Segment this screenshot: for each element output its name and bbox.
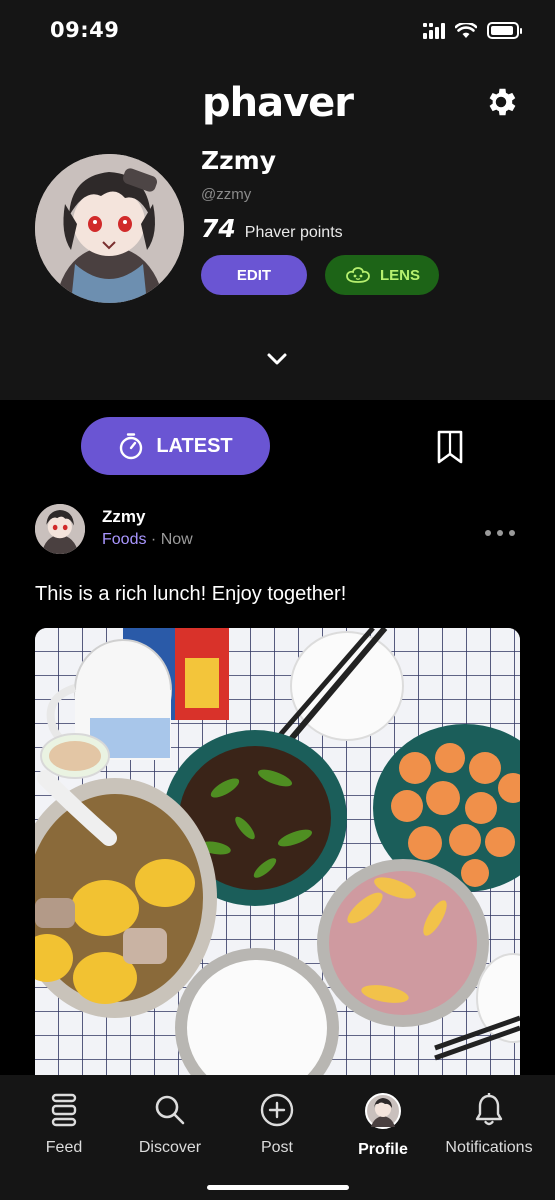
tab-latest[interactable]: LATEST bbox=[81, 417, 270, 475]
nav-notifications[interactable]: Notifications bbox=[434, 1093, 544, 1157]
edit-profile-button[interactable]: EDIT bbox=[201, 255, 307, 295]
nav-discover[interactable]: Discover bbox=[115, 1093, 225, 1157]
bookmark-icon[interactable] bbox=[436, 430, 464, 464]
profile-header: phaver Zzmy @zzmy 74 Phaver points EDIT bbox=[0, 64, 555, 400]
avatar bbox=[365, 1093, 401, 1129]
post-time: Now bbox=[160, 531, 193, 548]
status-bar: 09:49 bbox=[0, 0, 555, 64]
profile-name: Zzmy bbox=[201, 146, 277, 175]
post-category[interactable]: Foods bbox=[102, 531, 146, 548]
chevron-down-icon[interactable] bbox=[265, 350, 289, 368]
nav-label-discover: Discover bbox=[138, 1139, 202, 1156]
lens-button-label: LENS bbox=[379, 266, 420, 284]
nav-label-post: Post bbox=[260, 1139, 293, 1156]
nav-profile[interactable]: Profile bbox=[328, 1093, 438, 1159]
post-meta: Foods · Now bbox=[102, 531, 193, 549]
more-options-button[interactable] bbox=[480, 522, 520, 544]
profile-handle: @zzmy bbox=[201, 186, 252, 203]
lens-button[interactable]: LENS bbox=[325, 255, 439, 295]
points-label: Phaver points bbox=[244, 224, 343, 241]
profile-avatar[interactable] bbox=[35, 154, 184, 303]
lens-icon bbox=[346, 267, 370, 283]
app-logo: phaver bbox=[201, 80, 354, 126]
stopwatch-icon bbox=[120, 433, 143, 460]
feed-icon bbox=[51, 1093, 77, 1127]
plus-circle-icon bbox=[260, 1093, 294, 1127]
settings-gear-icon[interactable] bbox=[483, 84, 519, 120]
bottom-nav: Feed Discover Post Profile Notifications bbox=[0, 1075, 555, 1200]
points-value: 74 bbox=[201, 214, 236, 243]
nav-label-notifications: Notifications bbox=[445, 1139, 533, 1156]
signal-icon bbox=[423, 22, 445, 39]
nav-feed[interactable]: Feed bbox=[9, 1093, 119, 1157]
nav-post[interactable]: Post bbox=[222, 1093, 332, 1157]
post-author-avatar[interactable] bbox=[35, 504, 85, 554]
search-icon bbox=[155, 1095, 185, 1125]
status-icons bbox=[423, 22, 522, 39]
home-indicator[interactable] bbox=[207, 1185, 349, 1190]
wifi-icon bbox=[455, 22, 477, 38]
points-row: 74 Phaver points bbox=[201, 214, 343, 243]
tab-latest-label: LATEST bbox=[156, 434, 233, 457]
battery-icon bbox=[487, 22, 522, 39]
edit-button-label: EDIT bbox=[236, 266, 272, 284]
nav-label-feed: Feed bbox=[45, 1139, 83, 1156]
post-text: This is a rich lunch! Enjoy together! bbox=[35, 583, 347, 605]
bell-icon bbox=[475, 1093, 503, 1126]
post-author-name[interactable]: Zzmy bbox=[102, 507, 145, 527]
post-image[interactable] bbox=[35, 628, 520, 1108]
nav-label-profile: Profile bbox=[358, 1141, 408, 1158]
status-time: 09:49 bbox=[50, 18, 120, 42]
meta-separator: · bbox=[146, 531, 161, 548]
